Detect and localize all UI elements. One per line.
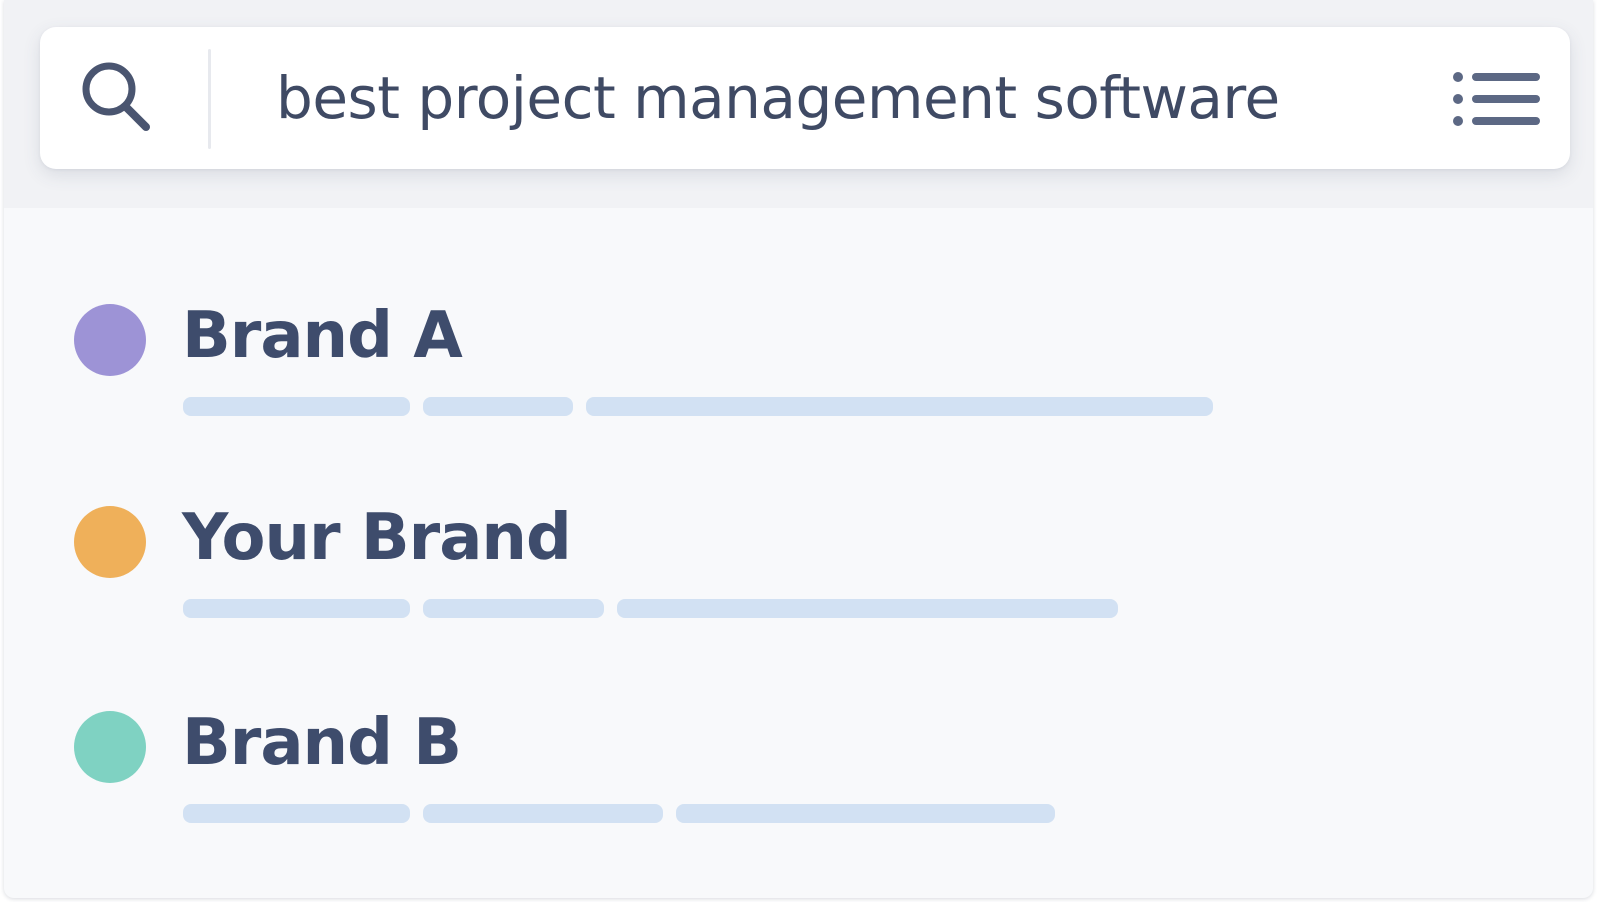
- result-dot: [74, 711, 146, 783]
- skeleton-line: [676, 804, 1055, 823]
- result-title[interactable]: Your Brand: [182, 498, 572, 578]
- skeleton-line: [423, 804, 663, 823]
- list-menu-icon[interactable]: [1452, 71, 1542, 127]
- skeleton-line: [183, 804, 410, 823]
- search-results-window: best project management software Brand A…: [4, 0, 1593, 898]
- result-dot: [74, 304, 146, 376]
- search-icon[interactable]: [76, 57, 156, 137]
- result-item-your-brand[interactable]: Your Brand: [74, 501, 1474, 656]
- skeleton-line: [183, 397, 410, 416]
- search-bar[interactable]: best project management software: [40, 27, 1570, 169]
- skeleton-line: [423, 397, 573, 416]
- search-input[interactable]: best project management software: [276, 53, 1280, 143]
- skeleton-line: [586, 397, 1213, 416]
- result-dot: [74, 506, 146, 578]
- result-item-brand-b[interactable]: Brand B: [74, 706, 1474, 861]
- result-title[interactable]: Brand B: [182, 703, 462, 783]
- result-title[interactable]: Brand A: [182, 296, 463, 376]
- skeleton-line: [617, 599, 1118, 618]
- search-divider: [208, 49, 211, 149]
- skeleton-line: [423, 599, 604, 618]
- skeleton-line: [183, 599, 410, 618]
- result-item-brand-a[interactable]: Brand A: [74, 299, 1474, 454]
